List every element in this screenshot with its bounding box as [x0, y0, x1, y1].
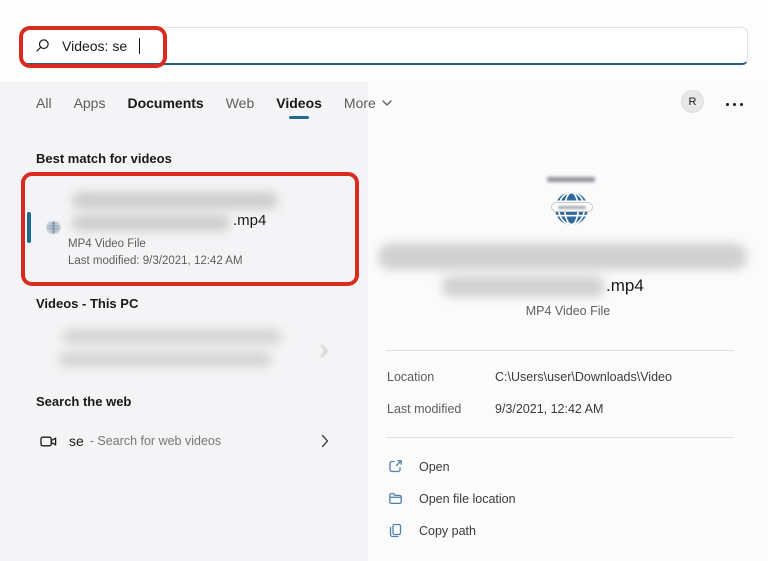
text-caret	[139, 37, 141, 54]
ellipsis-menu-icon[interactable]	[722, 99, 747, 110]
best-match-file-type: MP4 Video File	[68, 238, 146, 250]
location-value: C:\Users\user\Downloads\Video	[495, 370, 672, 384]
folder-icon	[389, 492, 402, 505]
redacted-title-line	[72, 215, 230, 231]
video-file-thumbnail-icon	[46, 220, 61, 235]
search-input[interactable]: Videos: se	[62, 38, 127, 54]
redacted-preview-title-line	[442, 276, 604, 297]
tab-web[interactable]: Web	[226, 95, 255, 111]
copy-path-label: Copy path	[419, 523, 476, 538]
divider	[386, 437, 734, 438]
avatar[interactable]: R	[681, 90, 704, 113]
chevron-down-icon	[382, 100, 392, 106]
web-search-suggestion[interactable]: se - Search for web videos	[40, 430, 340, 452]
preview-panel-background	[368, 82, 768, 561]
last-modified-value: 9/3/2021, 12:42 AM	[495, 402, 604, 416]
this-pc-header: Videos - This PC	[36, 296, 139, 311]
search-box[interactable]: Videos: se	[20, 27, 748, 65]
selection-indicator-bar	[27, 212, 31, 243]
copy-path-action[interactable]: Copy path	[388, 523, 476, 538]
best-match-extension: .mp4	[233, 212, 267, 229]
redacted-preview-title-line	[378, 243, 747, 270]
search-filter-tabs: All Apps Documents Web Videos More	[36, 95, 392, 119]
windows-search-flyout: Videos: se All Apps Documents Web Videos…	[0, 0, 768, 561]
preview-file-type: MP4 Video File	[525, 304, 611, 318]
video-camera-icon	[40, 436, 57, 446]
redacted-result-line	[58, 352, 272, 367]
copy-icon	[389, 523, 402, 538]
tab-more[interactable]: More	[344, 95, 392, 111]
open-action-label: Open	[419, 459, 450, 474]
divider	[386, 350, 734, 351]
chevron-right-icon[interactable]	[321, 434, 329, 448]
tab-all[interactable]: All	[36, 95, 52, 111]
search-web-header: Search the web	[36, 394, 132, 409]
web-search-description: - Search for web videos	[89, 434, 222, 448]
last-modified-label: Last modified	[387, 402, 462, 416]
preview-file-extension: .mp4	[606, 276, 644, 295]
redacted-result-line	[62, 329, 282, 344]
search-icon	[36, 39, 49, 52]
location-label: Location	[387, 370, 435, 384]
active-tab-underline	[289, 116, 310, 119]
redacted-thumbnail-label	[551, 202, 593, 212]
tab-videos[interactable]: Videos	[276, 95, 322, 119]
web-search-query: se	[69, 433, 84, 449]
open-file-location-action[interactable]: Open file location	[388, 491, 516, 506]
best-match-last-modified: Last modified: 9/3/2021, 12:42 AM	[68, 255, 243, 267]
open-icon	[389, 460, 402, 473]
redacted-thumbnail-caption	[547, 177, 595, 182]
tab-apps[interactable]: Apps	[74, 95, 106, 111]
redacted-title-line	[72, 192, 278, 209]
best-match-header: Best match for videos	[36, 151, 172, 166]
chevron-right-icon[interactable]	[320, 344, 328, 358]
open-file-location-label: Open file location	[419, 491, 516, 506]
open-action[interactable]: Open	[388, 459, 450, 474]
tab-documents[interactable]: Documents	[127, 95, 203, 111]
